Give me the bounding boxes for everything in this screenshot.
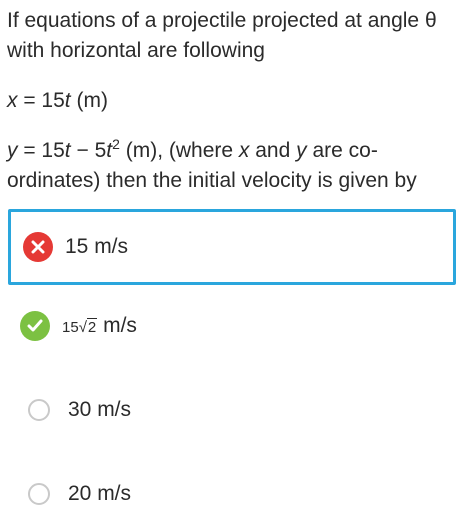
question-line-1: If equations of a projectile projected a… xyxy=(7,9,437,62)
sqrt-symbol: √2 xyxy=(78,318,98,336)
equation-x: x = 15t (m) xyxy=(7,89,108,112)
question-text: If equations of a projectile projected a… xyxy=(7,6,467,196)
option-1[interactable]: 15 m/s xyxy=(8,209,456,285)
radio-icon xyxy=(28,399,50,421)
cross-icon xyxy=(23,232,53,262)
option-3-label: 30 m/s xyxy=(68,398,132,421)
option-4[interactable]: 20 m/s xyxy=(8,456,456,518)
quiz-page: If equations of a projectile projected a… xyxy=(0,0,474,518)
option-2-label: 15√2 m/s xyxy=(62,314,137,337)
equation-y: y = 15t − 5t2 (m), (where x and y are co… xyxy=(7,136,417,192)
radio-icon xyxy=(28,483,50,505)
option-1-label: 15 m/s xyxy=(65,235,129,258)
option-3[interactable]: 30 m/s xyxy=(8,372,456,448)
option-2[interactable]: 15√2 m/s xyxy=(8,288,456,364)
option-4-label: 20 m/s xyxy=(68,482,132,505)
check-icon xyxy=(20,311,50,341)
